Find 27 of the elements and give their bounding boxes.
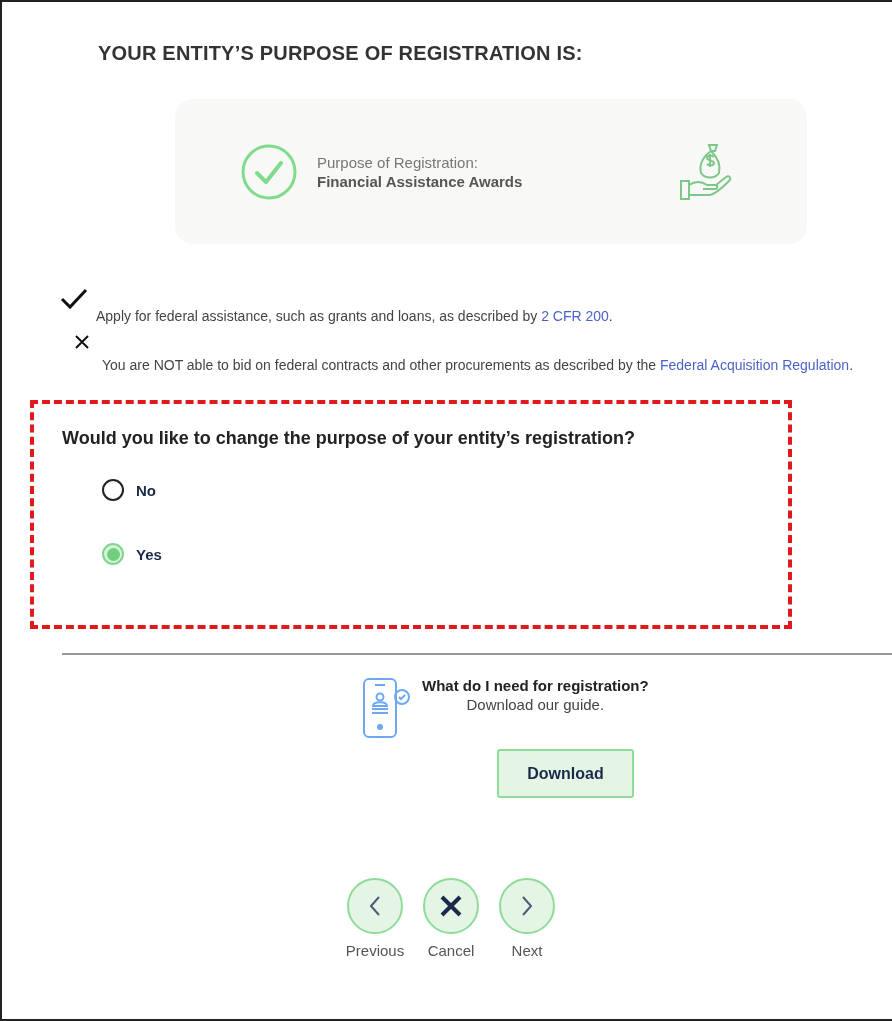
cancel-button[interactable] xyxy=(423,878,479,934)
guide-title: What do I need for registration? xyxy=(422,677,649,694)
nav-label: Cancel xyxy=(427,942,475,959)
purpose-label: Purpose of Registration: xyxy=(317,153,479,171)
radio-option[interactable]: Yes xyxy=(102,543,760,565)
item-text: You are NOT able to bid on federal contracts and other procurements as described by the Federal Acquisition Regulation. xyxy=(101,356,854,375)
close-icon xyxy=(439,894,463,918)
item-text: Apply for federal assistance, such as grants and loans, as described by 2 CFR 200. xyxy=(96,307,613,326)
phone-guide-icon xyxy=(362,677,412,739)
regulation-link[interactable]: Federal Acquisition Regulation xyxy=(660,357,850,373)
radio-option[interactable]: No xyxy=(102,479,760,501)
next-button[interactable] xyxy=(499,878,555,934)
regulation-link[interactable]: 2 CFR 200 xyxy=(541,308,609,324)
check-icon xyxy=(60,288,88,310)
page-title: YOUR ENTITY’S PURPOSE OF REGISTRATION IS: xyxy=(98,42,584,65)
radio-button[interactable] xyxy=(102,479,124,501)
close-icon xyxy=(74,334,90,350)
download-button[interactable]: Download xyxy=(497,749,634,798)
nav-label: Previous xyxy=(345,942,405,959)
purpose-value: Financial Assistance Awards xyxy=(317,172,524,190)
question-text: Would you like to change the purpose of your entity’s registration? xyxy=(62,428,637,449)
check-circle-icon xyxy=(241,143,297,200)
previous-button[interactable] xyxy=(347,878,403,934)
nav-label: Next xyxy=(511,942,543,959)
chevron-right-icon xyxy=(520,895,534,917)
chevron-left-icon xyxy=(368,895,382,917)
guide-subtitle: Download our guide. xyxy=(466,696,605,713)
